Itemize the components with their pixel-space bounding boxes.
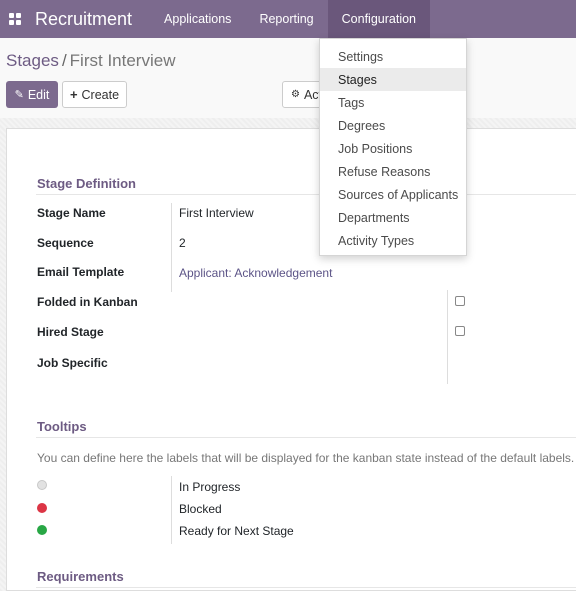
breadcrumb-separator: /	[61, 51, 67, 70]
menu-item-tags[interactable]: Tags	[320, 91, 466, 114]
menu-item-activity-types[interactable]: Activity Types	[320, 229, 466, 252]
stage-definition-column-separator	[171, 203, 172, 292]
blocked-label: Blocked	[179, 502, 222, 516]
stage-definition-divider	[36, 194, 576, 195]
menu-item-refuse-reasons[interactable]: Refuse Reasons	[320, 160, 466, 183]
menu-item-job-positions[interactable]: Job Positions	[320, 137, 466, 160]
menu-applications[interactable]: Applications	[150, 0, 245, 38]
sequence-value: 2	[179, 236, 186, 250]
tooltips-help-text: You can define here the labels that will…	[37, 451, 575, 465]
menu-item-sources-of-applicants[interactable]: Sources of Applicants	[320, 183, 466, 206]
plus-icon: +	[69, 87, 78, 102]
configuration-dropdown-menu: Settings Stages Tags Degrees Job Positio…	[319, 38, 467, 256]
tooltips-title: Tooltips	[37, 419, 87, 434]
stage-definition-title: Stage Definition	[37, 176, 136, 191]
folded-in-kanban-label: Folded in Kanban	[37, 295, 138, 309]
create-button-label: Create	[81, 87, 120, 102]
flags-column-separator	[447, 290, 448, 384]
kanban-state-red-dot-icon	[37, 503, 47, 513]
edit-button-label: Edit	[27, 87, 50, 102]
menu-item-stages[interactable]: Stages	[320, 68, 466, 91]
job-specific-label: Job Specific	[37, 356, 108, 370]
tooltips-column-separator	[171, 476, 172, 544]
hired-stage-checkbox[interactable]	[455, 326, 465, 336]
ready-for-next-stage-label: Ready for Next Stage	[179, 524, 294, 538]
stage-name-value: First Interview	[179, 206, 254, 220]
app-brand[interactable]: Recruitment	[30, 9, 150, 30]
kanban-state-grey-dot-icon	[37, 480, 47, 490]
email-template-link[interactable]: Applicant: Acknowledgement	[179, 266, 332, 280]
hired-stage-label: Hired Stage	[37, 325, 104, 339]
folded-in-kanban-checkbox[interactable]	[455, 296, 465, 306]
email-template-label: Email Template	[37, 265, 125, 279]
tooltips-divider	[36, 437, 576, 438]
sequence-label: Sequence	[37, 236, 94, 250]
apps-menu-icon[interactable]	[0, 0, 30, 38]
menu-reporting[interactable]: Reporting	[245, 0, 327, 38]
breadcrumb-current: First Interview	[69, 51, 176, 70]
top-navbar: Recruitment Applications Reporting Confi…	[0, 0, 576, 38]
edit-button[interactable]: ✎ Edit	[6, 81, 58, 108]
pencil-icon: ✎	[14, 89, 24, 101]
menu-item-settings[interactable]: Settings	[320, 45, 466, 68]
requirements-divider	[36, 587, 576, 588]
breadcrumb-stages-link[interactable]: Stages	[6, 51, 59, 70]
menu-item-degrees[interactable]: Degrees	[320, 114, 466, 137]
kanban-state-green-dot-icon	[37, 525, 47, 535]
in-progress-label: In Progress	[179, 480, 241, 494]
requirements-title: Requirements	[37, 569, 124, 584]
action-button[interactable]: ⚙ Action	[282, 81, 322, 108]
gear-icon: ⚙	[291, 89, 300, 100]
menu-configuration[interactable]: Configuration	[327, 0, 430, 38]
breadcrumb: Stages / First Interview	[6, 51, 175, 71]
create-button[interactable]: + Create	[62, 81, 127, 108]
stage-name-label: Stage Name	[37, 206, 106, 220]
menu-item-departments[interactable]: Departments	[320, 206, 466, 229]
